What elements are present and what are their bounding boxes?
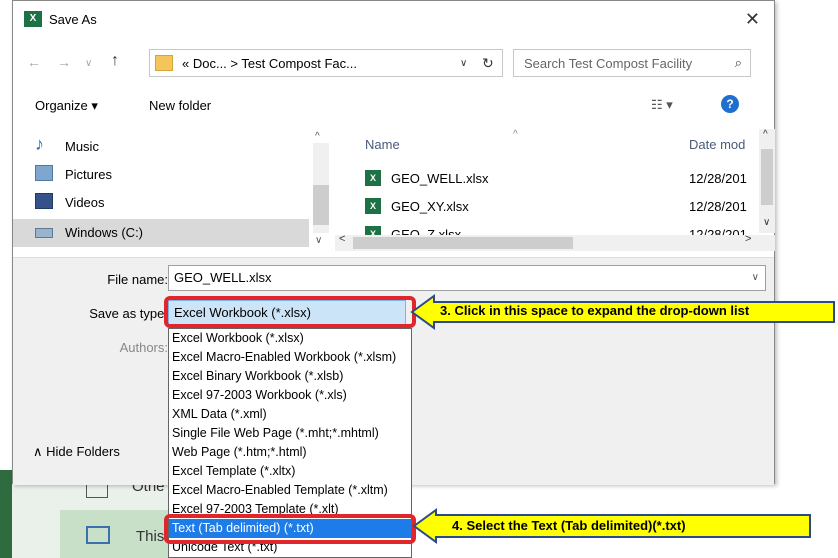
scroll-up-icon[interactable]: ^ [315,131,320,142]
help-icon[interactable]: ? [721,95,739,113]
nav-item-pictures[interactable]: Pictures [35,161,315,189]
nav-item-label: Pictures [65,167,112,182]
scroll-down-icon[interactable]: ∨ [763,217,770,228]
scroll-up-icon[interactable]: ^ [763,129,768,140]
nav-item-label: Videos [65,195,105,210]
address-bar[interactable]: « Doc... > Test Compost Fac... ∨ ↻ [149,49,503,77]
search-icon[interactable]: ⌕ [735,55,742,71]
nav-item-label: Windows (C:) [65,225,144,240]
background-this-label: This [136,528,165,545]
file-row[interactable]: X GEO_Z.xlsx 12/28/201 [365,223,765,235]
dropdown-option-xltx[interactable]: Excel Template (*.xltx) [169,462,411,481]
excel-file-icon: X [365,198,381,214]
file-name-input[interactable]: GEO_WELL.xlsx ∨ [168,265,766,291]
file-name-dropdown-icon[interactable]: ∨ [752,266,759,290]
title-bar: X Save As ✕ [13,1,774,39]
dropdown-option-xml[interactable]: XML Data (*.xml) [169,405,411,424]
file-name-label: File name: [107,272,168,287]
nav-item-videos[interactable]: Videos [35,189,315,217]
dialog-title: Save As [49,12,97,27]
drive-icon [35,228,53,238]
nav-item-music[interactable]: ♪ Music [35,133,315,161]
column-header-name[interactable]: Name [365,137,400,152]
command-toolbar: Organize ▾ New folder ☷ ▾ ? [13,89,774,123]
file-name: GEO_Z.xlsx [391,227,462,235]
navigation-pane: ♪ Music Pictures Videos Windows (C:) ^ ∨ [13,129,331,251]
scroll-left-icon[interactable]: < [339,233,345,245]
file-name: GEO_XY.xlsx [391,199,469,214]
excel-file-icon: X [365,170,381,186]
dropdown-option-xls[interactable]: Excel 97-2003 Workbook (*.xls) [169,386,411,405]
highlight-save-as-type [164,296,416,328]
recent-locations-icon[interactable]: ∨ [85,58,92,69]
excel-app-icon: X [24,11,42,27]
dropdown-option-xlsx[interactable]: Excel Workbook (*.xlsx) [169,329,411,348]
dropdown-option-xltm[interactable]: Excel Macro-Enabled Template (*.xltm) [169,481,411,500]
callout-step-3: 3. Click in this space to expand the dro… [410,294,836,330]
file-date: 12/28/201 [689,171,747,186]
hide-folders-button[interactable]: ∧ Hide Folders [33,444,120,460]
file-date: 12/28/201 [689,199,747,214]
callout-step-4: 4. Select the Text (Tab delimited)(*.txt… [412,508,812,544]
scroll-right-icon[interactable]: > [745,233,751,245]
pictures-icon [35,165,53,181]
nav-item-windows-c[interactable]: Windows (C:) [13,219,309,247]
file-name: GEO_WELL.xlsx [391,171,489,186]
file-list-horizontal-thumb[interactable] [353,237,573,249]
scroll-down-icon[interactable]: ∨ [315,235,322,246]
file-row[interactable]: X GEO_WELL.xlsx 12/28/201 [365,167,765,191]
computer-icon [86,526,110,544]
sort-ascending-icon: ^ [513,129,518,140]
breadcrumb[interactable]: « Doc... > Test Compost Fac... [182,56,357,71]
new-folder-button[interactable]: New folder [149,98,211,113]
back-arrow-icon[interactable]: ← [27,54,41,70]
dropdown-option-htm[interactable]: Web Page (*.htm;*.html) [169,443,411,462]
authors-label: Authors: [119,340,168,355]
folder-icon [155,55,173,71]
close-icon[interactable]: ✕ [745,9,760,30]
organize-button[interactable]: Organize ▾ [35,98,98,114]
refresh-icon[interactable]: ↻ [482,55,494,72]
column-header-date[interactable]: Date mod [689,137,745,152]
up-arrow-icon[interactable]: ↑ [111,52,119,70]
callout-step-4-text: 4. Select the Text (Tab delimited)(*.txt… [452,518,686,533]
file-date: 12/28/201 [689,227,747,235]
file-row[interactable]: X GEO_XY.xlsx 12/28/201 [365,195,765,219]
music-icon: ♪ [35,134,44,154]
dropdown-option-xlsb[interactable]: Excel Binary Workbook (*.xlsb) [169,367,411,386]
save-as-type-label: Save as type: [89,306,168,321]
navigation-bar: ← → ∨ ↑ « Doc... > Test Compost Fac... ∨… [13,45,774,81]
file-list: Name ^ Date mod X GEO_WELL.xlsx 12/28/20… [335,129,775,253]
file-list-vertical-thumb[interactable] [761,149,773,205]
search-input[interactable]: Search Test Compost Facility ⌕ [513,49,751,77]
callout-step-3-text: 3. Click in this space to expand the dro… [440,303,750,318]
dropdown-option-xlsm[interactable]: Excel Macro-Enabled Workbook (*.xlsm) [169,348,411,367]
excel-file-icon: X [365,226,381,235]
file-name-value: GEO_WELL.xlsx [174,270,272,285]
search-placeholder: Search Test Compost Facility [524,56,693,71]
highlight-txt-option [164,514,416,544]
nav-item-label: Music [65,139,99,154]
view-options-icon[interactable]: ☷ ▾ [651,97,673,113]
videos-icon [35,193,53,209]
forward-arrow-icon[interactable]: → [57,54,71,70]
address-dropdown-icon[interactable]: ∨ [460,58,467,69]
nav-pane-scroll-thumb[interactable] [313,185,329,225]
dropdown-option-mht[interactable]: Single File Web Page (*.mht;*.mhtml) [169,424,411,443]
